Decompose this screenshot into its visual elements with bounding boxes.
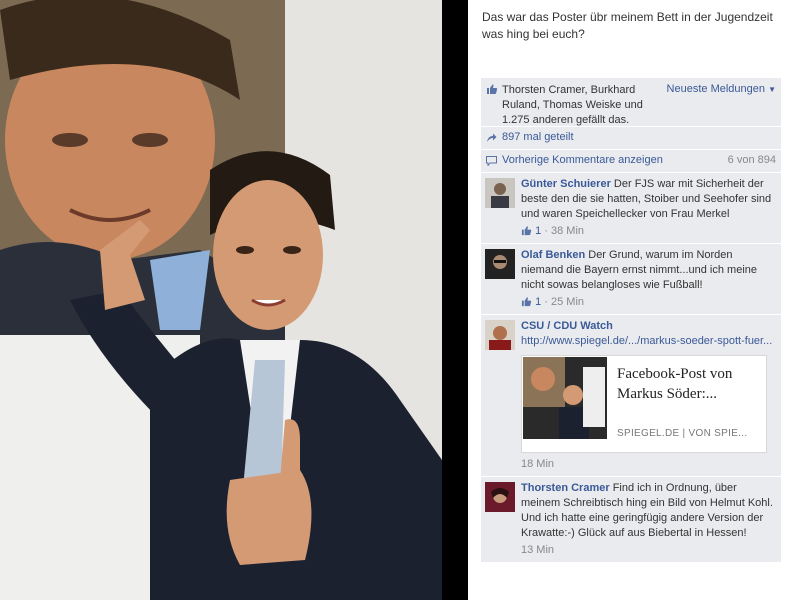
photo-illustration bbox=[0, 0, 442, 600]
chevron-down-icon: ▼ bbox=[768, 85, 776, 94]
comment-item: Günter Schuierer Der FJS war mit Sicherh… bbox=[481, 173, 781, 244]
comment-like-count[interactable]: 1 bbox=[535, 225, 541, 237]
shares-row: 897 mal geteilt bbox=[481, 127, 781, 150]
avatar[interactable] bbox=[485, 249, 515, 279]
view-previous-comments-link[interactable]: Vorherige Kommentare anzeigen bbox=[502, 154, 663, 166]
comment-timestamp[interactable]: 38 Min bbox=[551, 225, 584, 237]
comment-timestamp[interactable]: 18 Min bbox=[521, 458, 554, 470]
comment-item: CSU / CDU Watch http://www.spiegel.de/..… bbox=[481, 315, 781, 477]
comment-author[interactable]: Günter Schuierer bbox=[521, 178, 611, 190]
comment-author[interactable]: Thorsten Cramer bbox=[521, 482, 610, 494]
post-photo[interactable] bbox=[0, 0, 442, 600]
comment-bubble-icon bbox=[486, 156, 497, 166]
like-thumb-icon[interactable] bbox=[521, 225, 532, 236]
comment-meta: 1 · 38 Min bbox=[521, 224, 775, 239]
sort-label: Neueste Meldungen bbox=[666, 83, 766, 95]
avatar[interactable] bbox=[485, 178, 515, 208]
post-caption: Das war das Poster übr meinem Bett in de… bbox=[482, 10, 773, 41]
link-preview-domain: SPIEGEL.DE | VON SPIE... bbox=[617, 428, 748, 439]
avatar[interactable] bbox=[485, 320, 515, 350]
likes-row: Thorsten Cramer, Burkhard Ruland, Thomas… bbox=[481, 78, 781, 127]
like-thumb-icon[interactable] bbox=[521, 296, 532, 307]
link-preview-card[interactable]: Facebook-Post von Markus Söder:... SPIEG… bbox=[521, 355, 767, 453]
like-thumb-icon bbox=[487, 84, 498, 94]
avatar[interactable] bbox=[485, 482, 515, 512]
comment-timestamp[interactable]: 25 Min bbox=[551, 296, 584, 308]
share-icon bbox=[487, 133, 497, 142]
link-preview-title: Facebook-Post von Markus Söder:... bbox=[617, 366, 733, 402]
comment-meta: 1 · 25 Min bbox=[521, 295, 775, 310]
comment-meta: 13 Min bbox=[521, 543, 775, 558]
comment-meta: 18 Min bbox=[521, 457, 775, 472]
comment-item: Olaf Benken Der Grund, warum im Norden n… bbox=[481, 244, 781, 315]
sort-comments-dropdown[interactable]: Neueste Meldungen ▼ bbox=[667, 83, 776, 95]
previous-comments-row: Vorherige Kommentare anzeigen 6 von 894 bbox=[481, 150, 781, 173]
ufi-panel: Thorsten Cramer, Burkhard Ruland, Thomas… bbox=[481, 78, 781, 563]
post-details-panel: Das war das Poster übr meinem Bett in de… bbox=[468, 0, 800, 600]
shares-count-link[interactable]: 897 mal geteilt bbox=[502, 131, 574, 143]
link-preview-thumbnail bbox=[523, 357, 607, 439]
comment-like-count[interactable]: 1 bbox=[535, 296, 541, 308]
comment-item: Thorsten Cramer Find ich in Ordnung, übe… bbox=[481, 477, 781, 563]
comment-link[interactable]: http://www.spiegel.de/.../markus-soeder-… bbox=[521, 335, 772, 347]
comment-author[interactable]: Olaf Benken bbox=[521, 249, 585, 261]
comments-pager-count: 6 von 894 bbox=[727, 154, 776, 166]
likes-summary[interactable]: Thorsten Cramer, Burkhard Ruland, Thomas… bbox=[502, 83, 650, 128]
comment-timestamp[interactable]: 13 Min bbox=[521, 544, 554, 556]
comment-author[interactable]: CSU / CDU Watch bbox=[521, 320, 613, 332]
